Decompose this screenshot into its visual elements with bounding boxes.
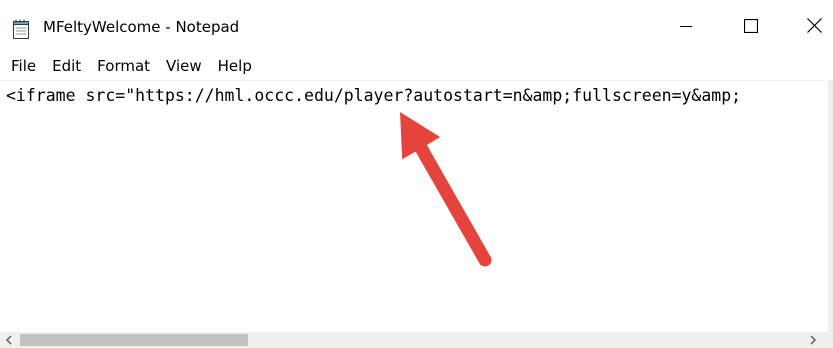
close-icon [806, 18, 822, 38]
text-editor[interactable]: <iframe src="https://hml.occc.edu/player… [0, 80, 828, 333]
horizontal-scrollbar[interactable] [0, 332, 833, 348]
window-title: MFeltyWelcome - Notepad [43, 18, 240, 36]
menu-file[interactable]: File [0, 52, 44, 80]
chevron-right-icon[interactable] [806, 333, 820, 347]
scrollbar-thumb[interactable] [20, 334, 248, 346]
chevron-left-icon[interactable] [2, 333, 16, 347]
maximize-button[interactable] [729, 8, 773, 48]
notepad-window: MFeltyWelcome - Notepad File Edit Format… [0, 0, 833, 348]
menu-bar: File Edit Format View Help [0, 52, 833, 80]
notepad-icon [12, 19, 30, 39]
menu-format[interactable]: Format [89, 52, 158, 80]
title-bar[interactable]: MFeltyWelcome - Notepad [0, 0, 833, 52]
menu-help[interactable]: Help [210, 52, 260, 80]
editor-content[interactable]: <iframe src="https://hml.occc.edu/player… [6, 85, 741, 107]
minimize-button[interactable] [664, 8, 708, 48]
menu-edit[interactable]: Edit [44, 52, 89, 80]
minimize-icon [680, 19, 692, 37]
close-button[interactable] [792, 8, 833, 48]
menu-view[interactable]: View [158, 52, 210, 80]
vertical-scrollbar-edge [828, 80, 833, 332]
maximize-icon [743, 18, 759, 38]
